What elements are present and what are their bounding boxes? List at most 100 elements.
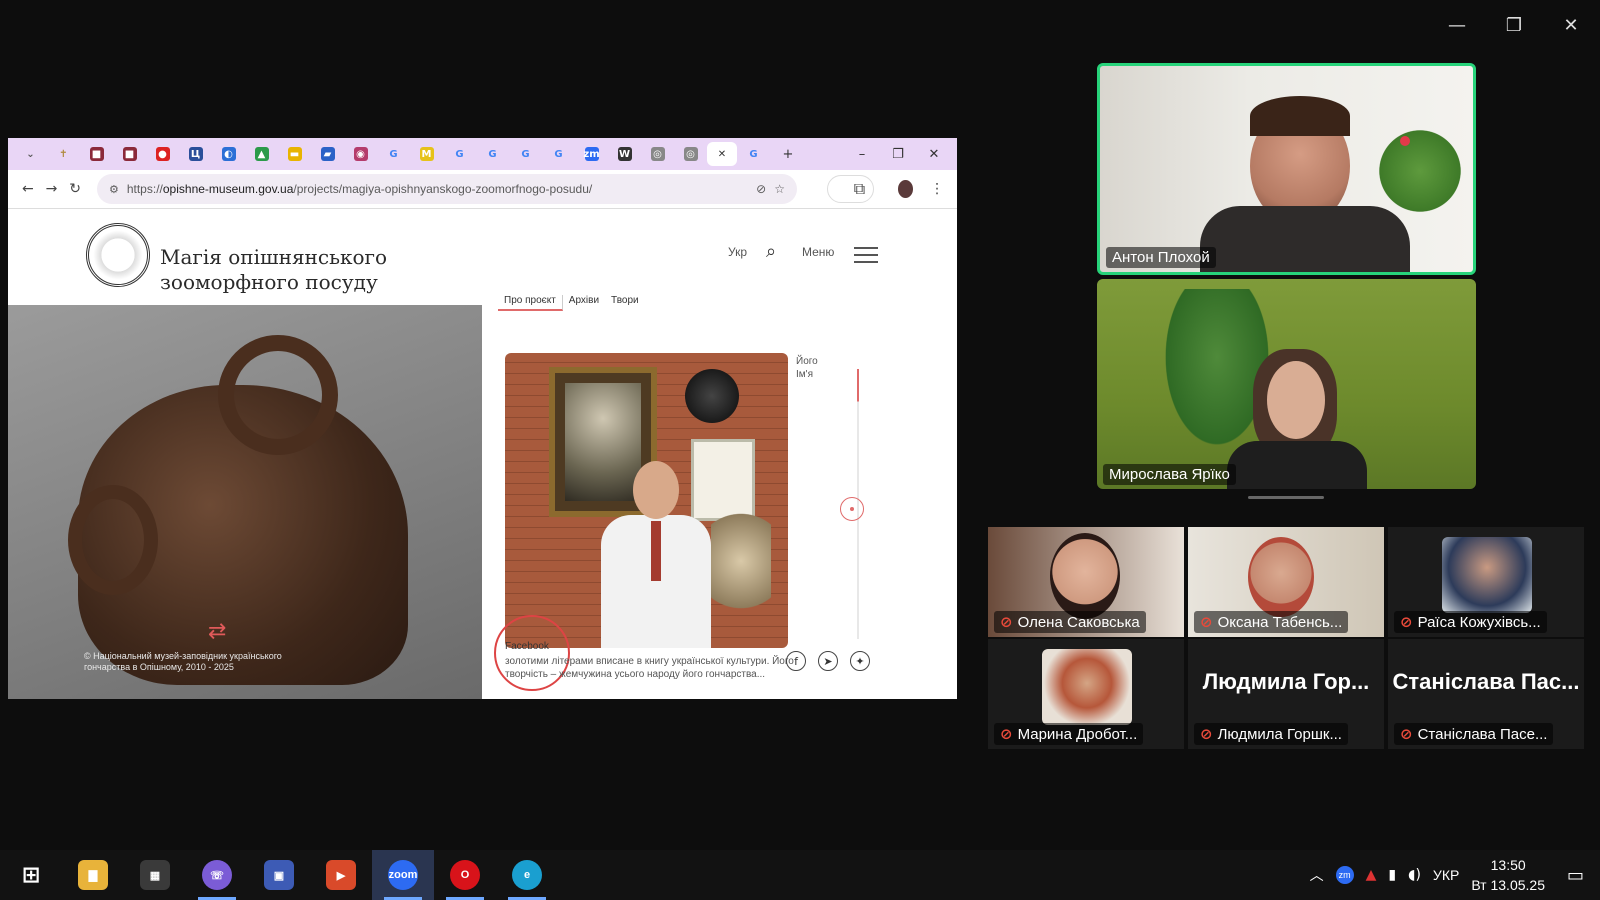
clock[interactable]: 13:50 Вт 13.05.25: [1471, 855, 1545, 895]
hero-image: ⇄ © Національний музей-заповідник україн…: [8, 305, 482, 699]
edge-taskbar-button[interactable]: e: [496, 850, 558, 900]
browser-menu-icon[interactable]: ⋮: [925, 181, 949, 197]
browser-tab[interactable]: G: [509, 142, 542, 166]
search-icon[interactable]: ⌕: [766, 241, 776, 262]
side-label: Його Ім'я: [796, 356, 818, 380]
tray-app-icon[interactable]: ▲: [1366, 867, 1377, 883]
speaker-video-tile[interactable]: Антон Плохой: [1097, 63, 1476, 275]
browser-tab[interactable]: G: [542, 142, 575, 166]
new-tab-icon[interactable]: +: [770, 147, 806, 162]
back-icon[interactable]: ←: [16, 181, 40, 197]
facebook-link[interactable]: Facebook: [505, 641, 549, 652]
notifications-icon[interactable]: ▭: [1567, 865, 1584, 886]
gallery-participant-tile[interactable]: ⊘ Марина Дробот...: [988, 639, 1184, 749]
artist-figure: [601, 461, 711, 648]
dropdown-icon: ⌄: [26, 148, 35, 160]
section-tab[interactable]: Про проєкт: [498, 295, 563, 311]
site-info-icon[interactable]: ⚙: [109, 183, 119, 196]
zoom-taskbar-button[interactable]: zoom: [372, 850, 434, 900]
participant-video-tile[interactable]: Мирослава Ярїко: [1097, 279, 1476, 489]
zoom-tray-icon[interactable]: zm: [1335, 866, 1354, 884]
forward-icon[interactable]: →: [40, 181, 64, 197]
tray-expand-icon[interactable]: ︿: [1310, 865, 1324, 885]
viber-taskbar-button[interactable]: ☏: [186, 850, 248, 900]
browser-tab[interactable]: ▰: [311, 142, 344, 166]
twitter-share-icon[interactable]: ✦: [850, 651, 870, 671]
participant-display-name: Людмила Гор...: [1202, 669, 1370, 694]
browser-close-icon[interactable]: ✕: [916, 147, 952, 162]
ram-horn-shape: [218, 335, 338, 455]
gallery-participant-tile[interactable]: ⊘ Раїса Кожухівсь...: [1388, 527, 1584, 637]
site-title[interactable]: Магія опішнянського зооморфного посуду: [160, 245, 420, 295]
browser-tab[interactable]: ⌄: [14, 142, 47, 166]
participant-name: ⊘ Станіслава Пасе...: [1394, 723, 1554, 745]
browser-tab[interactable]: ●: [146, 142, 179, 166]
browser-tab[interactable]: ◉: [344, 142, 377, 166]
reload-icon[interactable]: ↻: [63, 181, 87, 197]
close-icon[interactable]: ✕: [1554, 10, 1588, 40]
participant-name: ⊘ Олена Саковська: [994, 611, 1146, 633]
restore-icon[interactable]: ❐: [1497, 10, 1531, 40]
taskbar: ⊞ ▇ ▦ ☏ ▣ ▶ zoom Oe ︿ zm ▲ ▮ ◖) УКР 13:50 Вт 13…: [0, 850, 1600, 900]
slider-arrows-icon[interactable]: ⇄: [208, 619, 226, 644]
site-icon: ◐: [221, 147, 236, 161]
opera-icon: O: [450, 860, 480, 890]
browser-tab[interactable]: ■: [113, 142, 146, 166]
speaker-hair: [1250, 96, 1350, 136]
bookmark-star-icon[interactable]: ☆: [774, 182, 785, 196]
start-taskbar-button[interactable]: ⊞: [0, 850, 62, 900]
browser-tab[interactable]: ✝: [47, 142, 80, 166]
gallery-participant-tile[interactable]: ⊘ Оксана Табенсь...: [1188, 527, 1384, 637]
language-switch[interactable]: Укр: [728, 245, 747, 259]
site-icon: Ц: [188, 147, 203, 161]
section-tab[interactable]: Твори: [605, 295, 645, 311]
calculator-taskbar-button[interactable]: ▦: [124, 850, 186, 900]
browser-minimize-icon[interactable]: –: [844, 147, 880, 162]
browser-tab-bar: ⌄ ✝ ■ ■ ● Ц ◐ ▲ ▬ ▰ ◉ G M G G G Gzm W ◎ ◎ ✕ G + – ❐ ✕: [8, 138, 957, 170]
extensions-icon[interactable]: ⧉: [826, 175, 875, 203]
browser-tab[interactable]: ▲: [245, 142, 278, 166]
url-field[interactable]: ⚙ https://opishne-museum.gov.ua/projects…: [96, 174, 797, 204]
scroll-progress-knob[interactable]: [840, 497, 864, 521]
browser-tab[interactable]: G: [737, 142, 770, 166]
input-language[interactable]: УКР: [1433, 867, 1459, 883]
profile-avatar[interactable]: [898, 180, 914, 198]
browser-tab[interactable]: ◎: [641, 142, 674, 166]
menu-label[interactable]: Меню: [802, 245, 834, 259]
section-tab[interactable]: Архіви: [563, 295, 605, 311]
site-icon: ▰: [320, 147, 335, 161]
gallery-participant-tile[interactable]: Станіслава Пас... ⊘ Станіслава Пасе...: [1388, 639, 1584, 749]
browser-tab[interactable]: W: [608, 142, 641, 166]
browser-tab[interactable]: ✕: [707, 142, 737, 166]
google-icon: G: [554, 148, 563, 160]
gallery-participant-tile[interactable]: ⊘ Олена Саковська: [988, 527, 1184, 637]
gallery-participant-tile[interactable]: Людмила Гор... ⊘ Людмила Горшк...: [1188, 639, 1384, 749]
muted-mic-icon: ⊘: [1400, 725, 1413, 743]
browser-tab[interactable]: G: [377, 142, 410, 166]
eye-off-icon[interactable]: ⊘: [756, 182, 766, 196]
slides-app-taskbar-button[interactable]: ▶: [310, 850, 372, 900]
opera-taskbar-button[interactable]: O: [434, 850, 496, 900]
wikipedia-icon: W: [617, 147, 632, 161]
microphone-icon[interactable]: ▮: [1388, 867, 1396, 883]
floppy-save-taskbar-button[interactable]: ▣: [248, 850, 310, 900]
tiles-scroll-handle[interactable]: [1248, 496, 1324, 499]
browser-tab[interactable]: ▬: [278, 142, 311, 166]
browser-tab[interactable]: ◐: [212, 142, 245, 166]
browser-tab[interactable]: Ц: [179, 142, 212, 166]
browser-tab[interactable]: M: [410, 142, 443, 166]
file-explorer-taskbar-button[interactable]: ▇: [62, 850, 124, 900]
browser-tab[interactable]: G: [443, 142, 476, 166]
minimize-icon[interactable]: —: [1440, 10, 1474, 40]
facebook-share-icon[interactable]: f: [786, 651, 806, 671]
hamburger-menu-icon[interactable]: [854, 247, 878, 268]
browser-tab[interactable]: ◎: [674, 142, 707, 166]
telegram-share-icon[interactable]: ➤: [818, 651, 838, 671]
museum-logo[interactable]: [86, 223, 150, 287]
muted-mic-icon: ⊘: [1200, 725, 1213, 743]
browser-tab[interactable]: zm: [575, 142, 608, 166]
browser-tab[interactable]: ■: [80, 142, 113, 166]
browser-tab[interactable]: G: [476, 142, 509, 166]
volume-icon[interactable]: ◖): [1408, 867, 1421, 883]
browser-maximize-icon[interactable]: ❐: [880, 147, 916, 162]
